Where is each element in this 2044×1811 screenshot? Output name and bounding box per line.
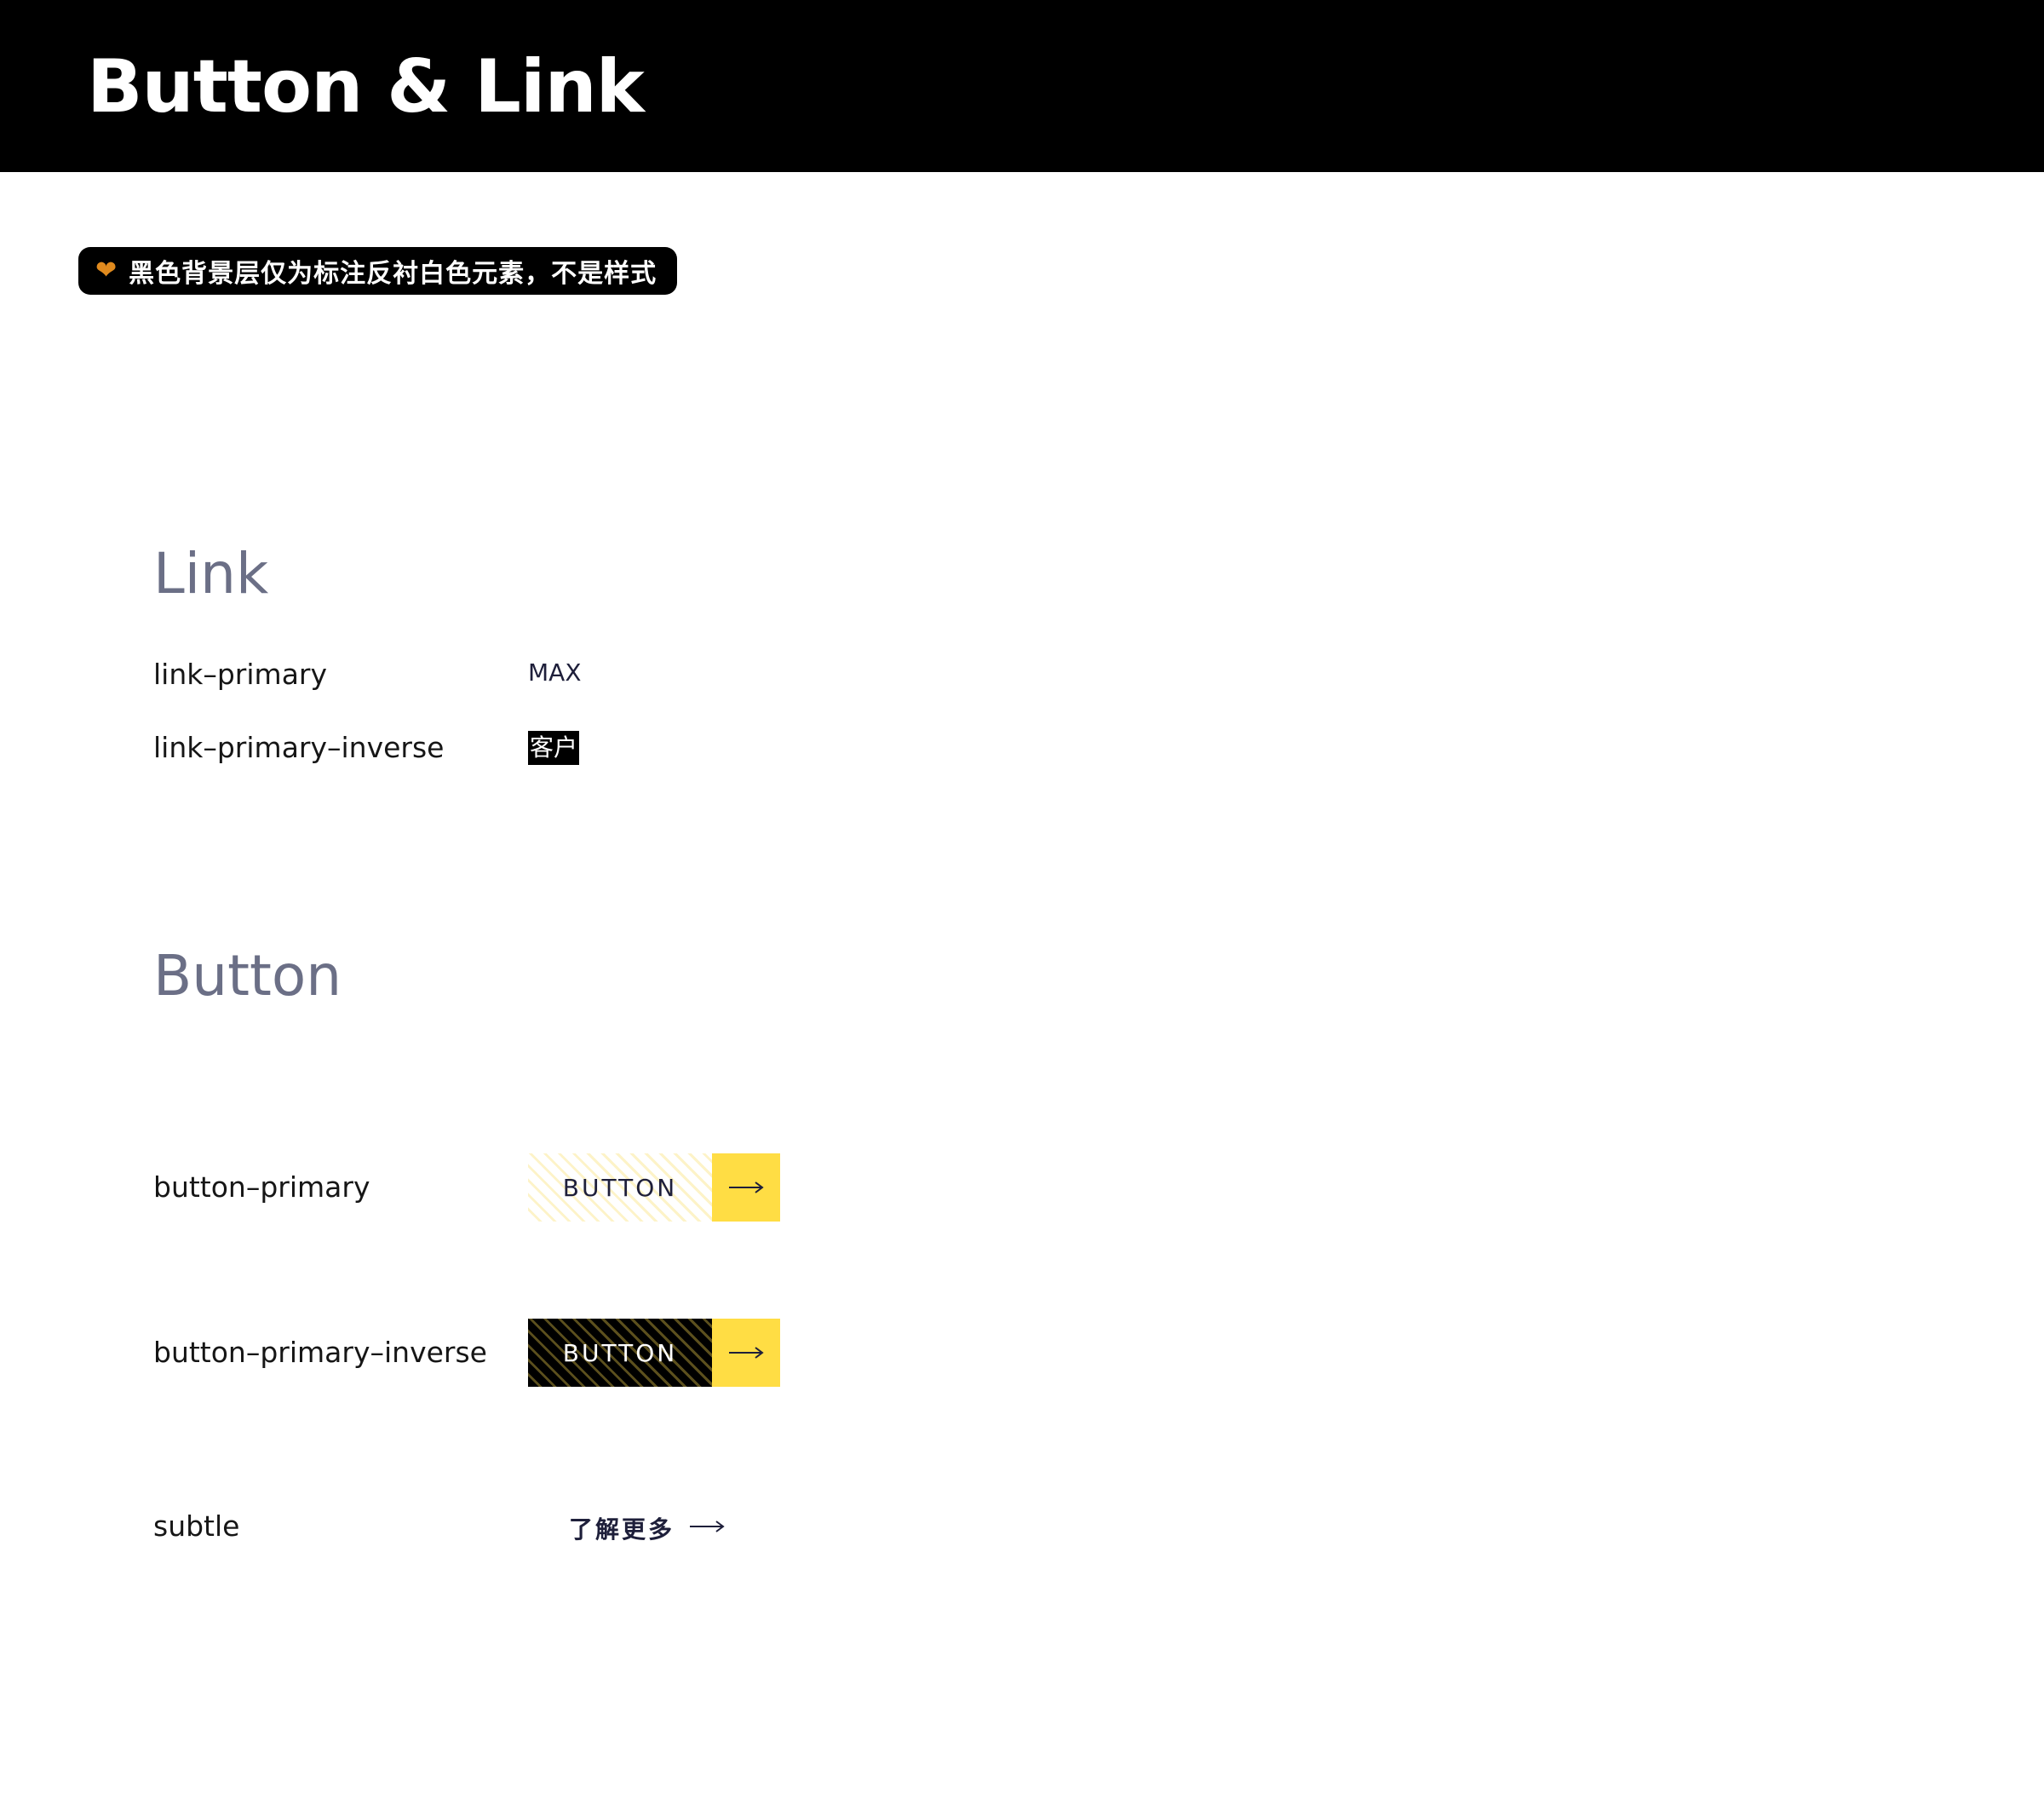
button-primary-inverse-text: BUTTON (528, 1319, 712, 1387)
subtle-button[interactable]: 了解更多 (569, 1511, 726, 1545)
button-primary-text: BUTTON (528, 1153, 712, 1222)
heart-icon: ❤ (95, 256, 118, 285)
page-header: Button & Link (0, 0, 2044, 172)
arrow-right-icon (688, 1520, 726, 1538)
button-primary-inverse[interactable]: BUTTON (528, 1319, 780, 1387)
page-title: Button & Link (87, 44, 645, 129)
arrow-right-icon (712, 1319, 780, 1387)
notice-pill: ❤ 黑色背景层仅为标注反衬白色元素，不是样式 (78, 247, 678, 295)
subtle-label: subtle (153, 1509, 240, 1543)
link-primary-inverse-label: link–primary–inverse (153, 731, 445, 764)
button-section-title: Button (153, 943, 342, 1009)
arrow-right-icon (712, 1153, 780, 1222)
link-primary-inverse-sample[interactable]: 客户 (528, 731, 580, 765)
page: Button & Link ❤ 黑色背景层仅为标注反衬白色元素，不是样式 Lin… (0, 0, 2044, 1811)
notice-text: 黑色背景层仅为标注反衬白色元素，不是样式 (129, 259, 657, 289)
button-primary-label: button–primary (153, 1170, 370, 1204)
button-primary-inverse-label: button–primary–inverse (153, 1336, 487, 1369)
link-section-title: Link (153, 541, 269, 607)
subtle-button-text: 了解更多 (569, 1515, 675, 1544)
link-primary-label: link–primary (153, 658, 328, 691)
link-primary-sample[interactable]: MAX (528, 658, 582, 688)
button-primary[interactable]: BUTTON (528, 1153, 780, 1222)
